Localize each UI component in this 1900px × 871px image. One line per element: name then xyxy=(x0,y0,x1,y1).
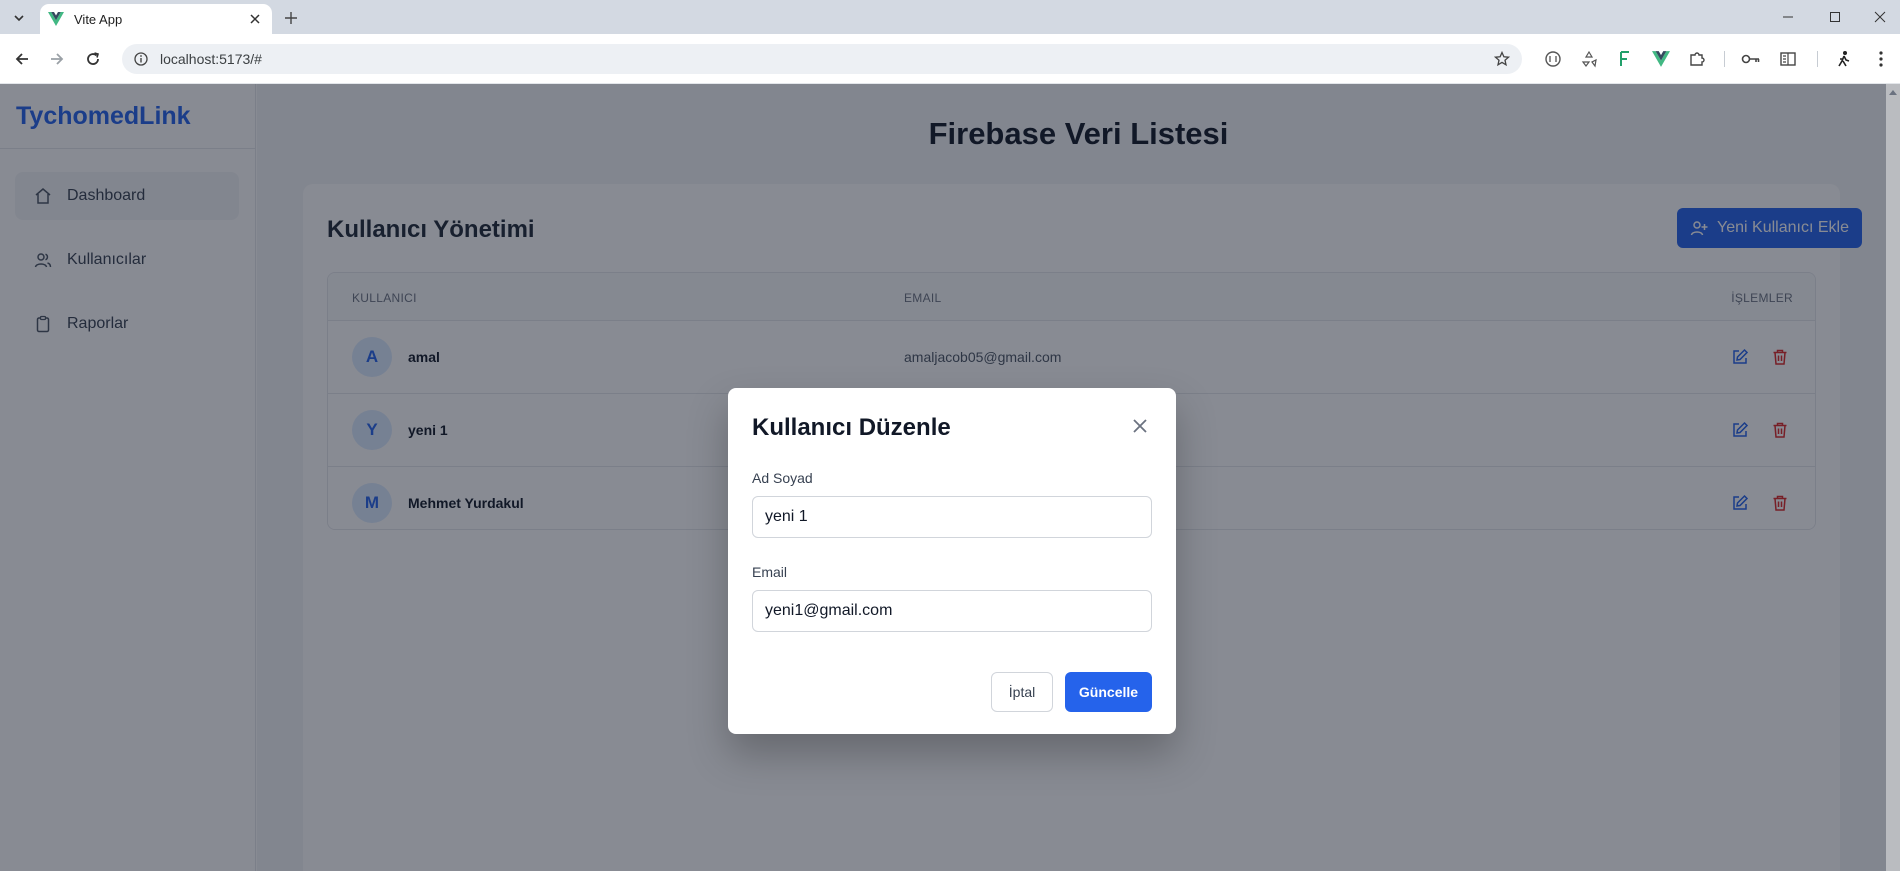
arrow-left-icon xyxy=(15,53,28,65)
email-field[interactable] xyxy=(752,590,1152,632)
chevron-down-icon xyxy=(14,15,24,22)
bookmark-star-icon[interactable] xyxy=(1492,49,1512,69)
extensions-puzzle-icon[interactable] xyxy=(1685,47,1709,71)
toolbar-separator xyxy=(1724,51,1725,67)
extension-a-icon[interactable] xyxy=(1541,47,1565,71)
site-info-icon[interactable] xyxy=(132,50,150,68)
password-key-icon[interactable] xyxy=(1739,47,1763,71)
back-button[interactable] xyxy=(10,47,34,71)
arrow-right-icon xyxy=(51,53,64,65)
new-tab-button[interactable] xyxy=(280,7,302,29)
email-label: Email xyxy=(752,564,788,580)
close-icon xyxy=(1874,11,1886,23)
tab-close-icon[interactable] xyxy=(246,10,264,28)
scroll-up-arrow-icon[interactable] xyxy=(1889,88,1897,96)
profile-avatar-icon[interactable] xyxy=(1832,47,1856,71)
minimize-button[interactable] xyxy=(1777,6,1799,28)
window-close-button[interactable] xyxy=(1869,6,1891,28)
f-extension-icon[interactable] xyxy=(1613,47,1637,71)
page-scrollbar[interactable] xyxy=(1886,84,1900,871)
toolbar-separator xyxy=(1817,51,1818,67)
update-button[interactable]: Güncelle xyxy=(1065,672,1152,712)
reading-list-icon[interactable] xyxy=(1776,47,1800,71)
cancel-button[interactable]: İptal xyxy=(991,672,1053,712)
vue-logo-icon xyxy=(48,11,64,27)
recycle-extension-icon[interactable] xyxy=(1577,47,1601,71)
plus-icon xyxy=(285,12,297,24)
browser-tab-strip: Vite App xyxy=(0,0,1900,34)
tab-title: Vite App xyxy=(74,11,123,27)
browser-toolbar: localhost:5173/# xyxy=(0,34,1900,84)
name-field[interactable] xyxy=(752,496,1152,538)
maximize-button[interactable] xyxy=(1824,6,1846,28)
edit-user-modal: Kullanıcı Düzenle Ad Soyad Email İptal G… xyxy=(728,388,1176,734)
browser-menu-icon[interactable] xyxy=(1869,47,1893,71)
address-bar[interactable]: localhost:5173/# xyxy=(122,44,1522,74)
modal-title: Kullanıcı Düzenle xyxy=(752,414,951,441)
vue-devtools-icon[interactable] xyxy=(1649,47,1673,71)
tab-search-button[interactable] xyxy=(8,7,30,29)
forward-button[interactable] xyxy=(45,47,69,71)
name-label: Ad Soyad xyxy=(752,470,813,486)
url-text[interactable]: localhost:5173/# xyxy=(160,51,262,67)
browser-tab-active[interactable]: Vite App xyxy=(40,4,272,34)
reload-button[interactable] xyxy=(81,47,105,71)
minimize-icon xyxy=(1783,16,1793,18)
close-icon[interactable] xyxy=(1128,414,1152,438)
maximize-icon xyxy=(1830,12,1840,22)
reload-icon xyxy=(87,52,99,65)
